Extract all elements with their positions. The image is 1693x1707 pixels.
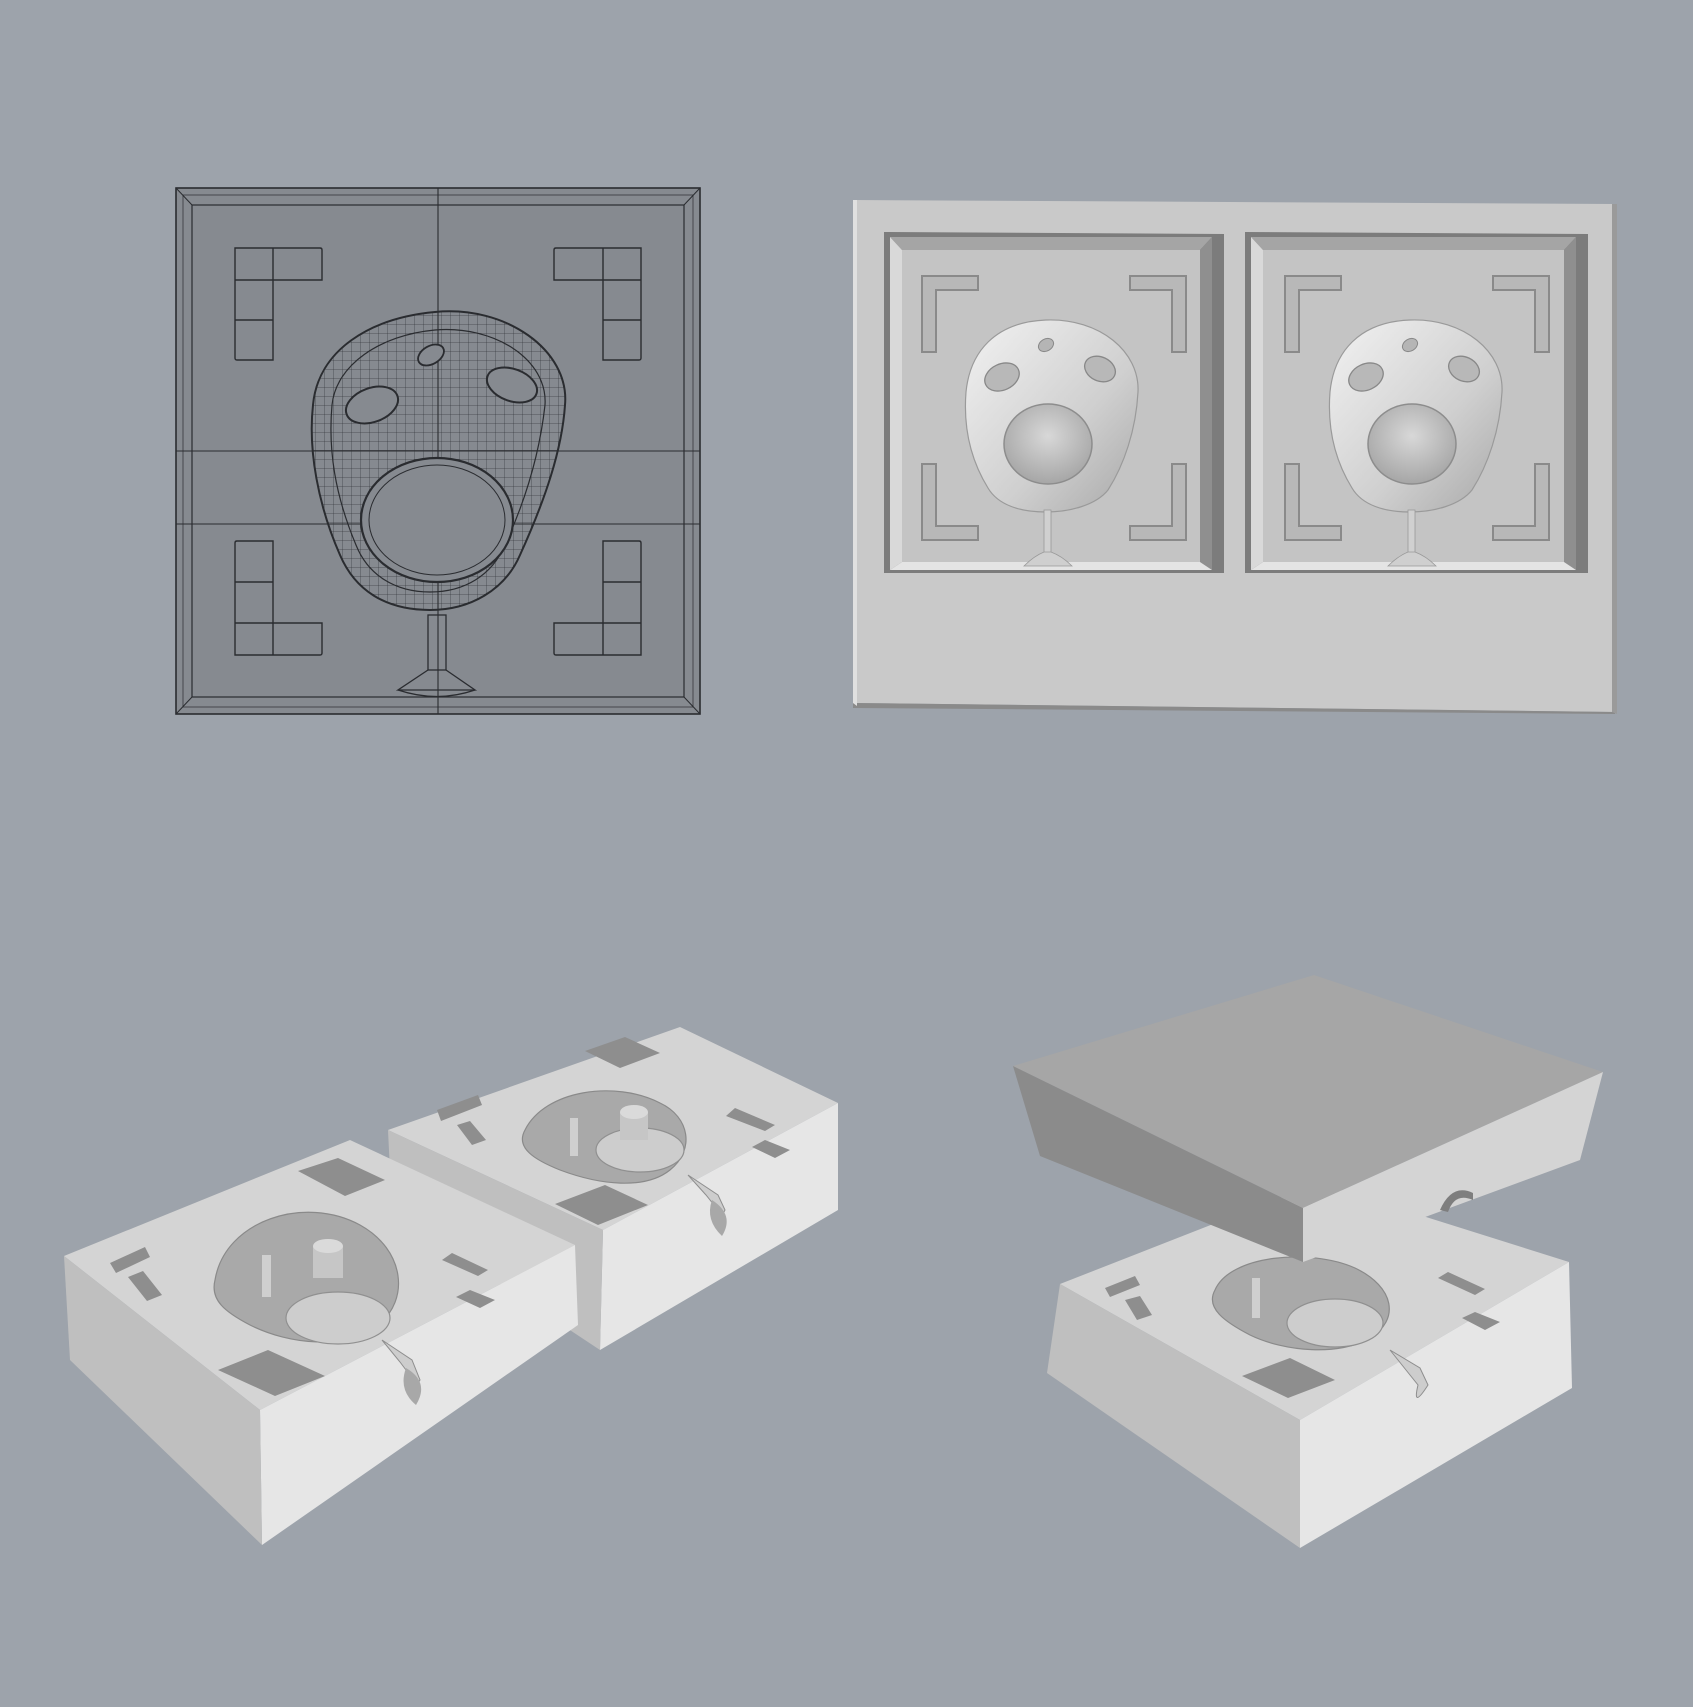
mold-cavity-left	[884, 232, 1224, 573]
mold-cavity-right	[1245, 232, 1588, 573]
wireframe-top-view[interactable]	[175, 187, 701, 715]
rendered-double-mold-top-view[interactable]	[853, 200, 1617, 714]
cad-viewport	[0, 0, 1693, 1707]
mouth-hole	[359, 456, 515, 584]
cad-scene	[0, 0, 1693, 1707]
